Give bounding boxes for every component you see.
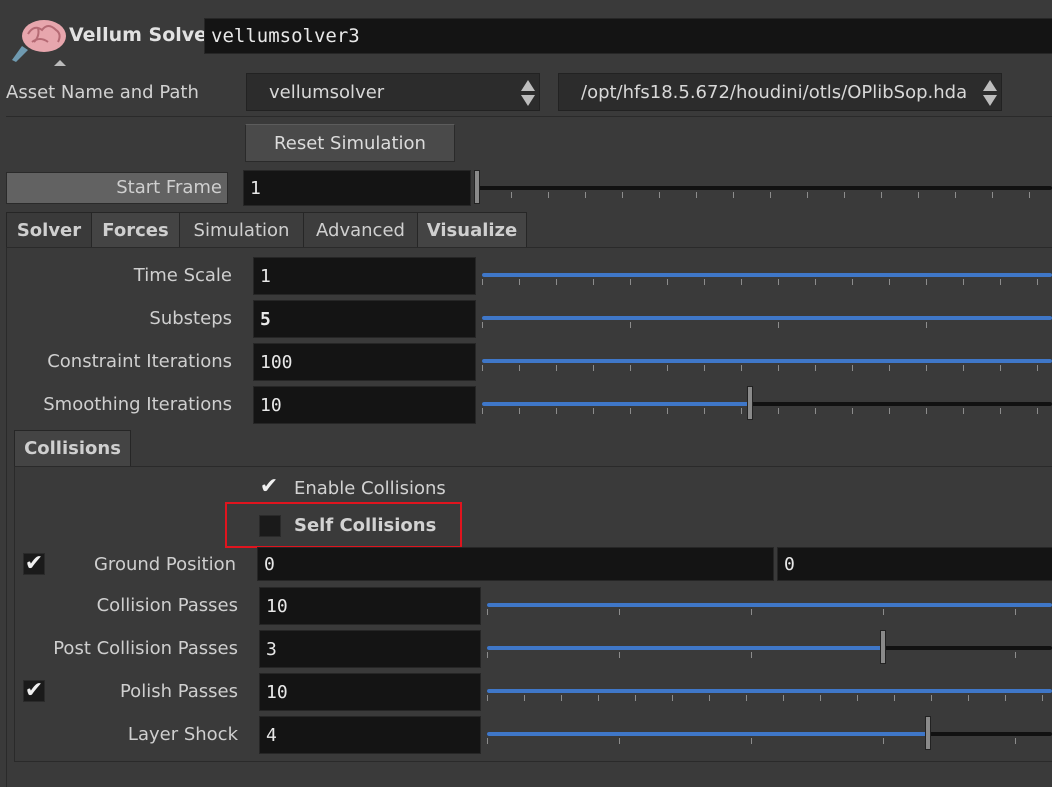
asset-name-value: vellumsolver	[269, 81, 385, 103]
asset-path-value: /opt/hfs18.5.672/houdini/otls/OPlibSop.h…	[581, 81, 968, 103]
collision-param-slider[interactable]	[487, 630, 1052, 664]
asset-label: Asset Name and Path	[6, 82, 199, 103]
solver-param-field[interactable]: 1	[253, 257, 476, 295]
slider-fill	[487, 603, 1052, 607]
tab-simulation[interactable]: Simulation	[179, 212, 304, 248]
self-collisions-checkbox[interactable]	[259, 515, 281, 537]
collision-param-field[interactable]: 10	[259, 673, 481, 711]
solver-param-field[interactable]: 5	[253, 300, 476, 338]
collision-param-field[interactable]: 3	[259, 630, 481, 668]
solver-param-label: Time Scale	[133, 265, 232, 286]
slider-fill	[487, 646, 883, 650]
solver-param-slider[interactable]	[482, 351, 1052, 373]
slider-handle[interactable]	[924, 716, 931, 750]
start-frame-label: Start Frame	[116, 177, 222, 198]
collision-param-slider[interactable]	[487, 681, 1052, 703]
solver-param-field[interactable]: 100	[253, 343, 476, 381]
collision-param-label: Layer Shock	[127, 724, 238, 745]
enable-collisions-checkbox[interactable]: ✔	[258, 476, 280, 499]
collision-param-slider[interactable]	[487, 595, 1052, 617]
collision-param-label: Collision Passes	[96, 595, 238, 616]
start-frame-slider[interactable]	[474, 170, 1052, 204]
slider-fill	[482, 402, 750, 406]
slider-fill	[487, 689, 1052, 693]
node-type-label: Vellum Solver	[69, 24, 217, 46]
solver-param-slider[interactable]	[482, 386, 1052, 420]
slider-fill	[482, 359, 1052, 363]
solver-param-label: Substeps	[149, 308, 232, 329]
ground-position-field-1[interactable]: 0	[777, 547, 1052, 581]
tab-solver[interactable]: Solver	[6, 212, 92, 248]
solver-param-label: Constraint Iterations	[47, 351, 232, 372]
asset-name-combo[interactable]: vellumsolver	[246, 73, 540, 111]
slider-handle[interactable]	[879, 630, 886, 664]
reset-simulation-button[interactable]: Reset Simulation	[245, 124, 455, 162]
solver-param-slider[interactable]	[482, 308, 1052, 330]
self-collisions-label: Self Collisions	[294, 515, 437, 536]
start-frame-field[interactable]: 1	[243, 170, 471, 206]
tab-collisions[interactable]: Collisions	[14, 430, 131, 467]
collision-param-field[interactable]: 10	[259, 587, 481, 625]
solver-param-field[interactable]: 10	[253, 386, 476, 424]
enable-collisions-label: Enable Collisions	[294, 478, 446, 499]
node-icon-brain-icon[interactable]	[8, 16, 66, 66]
divider	[6, 116, 1052, 117]
combo-arrows-icon	[521, 80, 535, 108]
slider-fill	[482, 316, 1052, 320]
slider-fill	[487, 732, 928, 736]
collision-param-slider[interactable]	[487, 716, 1052, 750]
collision-param-field[interactable]: 4	[259, 716, 481, 754]
slider-fill	[482, 273, 1052, 277]
solver-param-slider[interactable]	[482, 265, 1052, 287]
collision-param-label: Post Collision Passes	[53, 638, 238, 659]
tab-advanced[interactable]: Advanced	[303, 212, 418, 248]
tab-visualize[interactable]: Visualize	[417, 212, 527, 248]
combo-arrows-icon	[983, 80, 997, 108]
ground-position-field-0[interactable]: 0	[257, 547, 774, 581]
tab-forces[interactable]: Forces	[91, 212, 180, 248]
solver-param-label: Smoothing Iterations	[43, 394, 232, 415]
node-name-field[interactable]: vellumsolver3	[204, 18, 1052, 54]
asset-path-combo[interactable]: /opt/hfs18.5.672/houdini/otls/OPlibSop.h…	[558, 73, 1002, 111]
ground-position-label: Ground Position	[93, 554, 236, 575]
collision-param-label: Polish Passes	[119, 681, 238, 702]
slider-handle[interactable]	[746, 386, 753, 420]
